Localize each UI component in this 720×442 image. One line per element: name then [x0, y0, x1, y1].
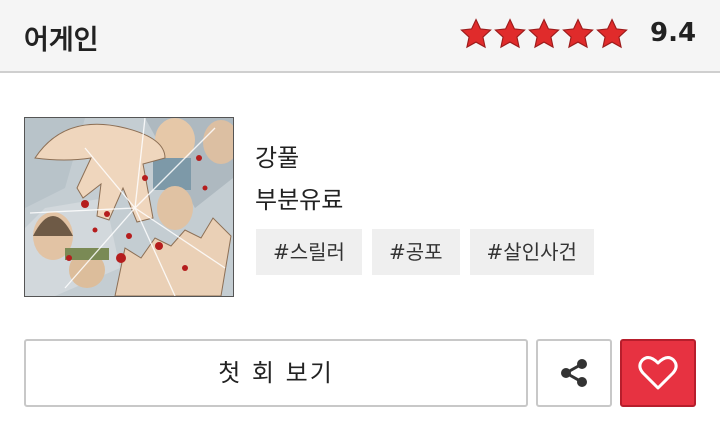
tag-horror[interactable]: #공포 [371, 229, 460, 275]
cover-thumbnail[interactable] [24, 117, 234, 297]
page-title: 어게인 [24, 25, 99, 56]
tag-list: #스릴러 #공포 #살인사건 [256, 229, 594, 275]
star-icon [460, 18, 492, 49]
first-episode-button[interactable]: 첫 회 보기 [24, 339, 528, 407]
cover-art [25, 118, 233, 296]
price-status: 부분유료 [255, 186, 344, 214]
rating-stars [459, 17, 629, 51]
star-icon [494, 18, 526, 49]
heart-icon [638, 356, 678, 390]
star-icon [528, 18, 560, 49]
tag-thriller[interactable]: #스릴러 [256, 229, 362, 275]
share-icon [561, 359, 587, 387]
like-button[interactable] [620, 339, 696, 407]
header-bar: 어게인 9.4 [0, 0, 720, 73]
tag-murder-case[interactable]: #살인사건 [469, 229, 594, 275]
star-icon [562, 18, 594, 49]
share-button[interactable] [536, 339, 612, 407]
rating-score: 9.4 [650, 18, 697, 48]
star-icon [596, 18, 628, 49]
author-name[interactable]: 강풀 [255, 138, 299, 173]
